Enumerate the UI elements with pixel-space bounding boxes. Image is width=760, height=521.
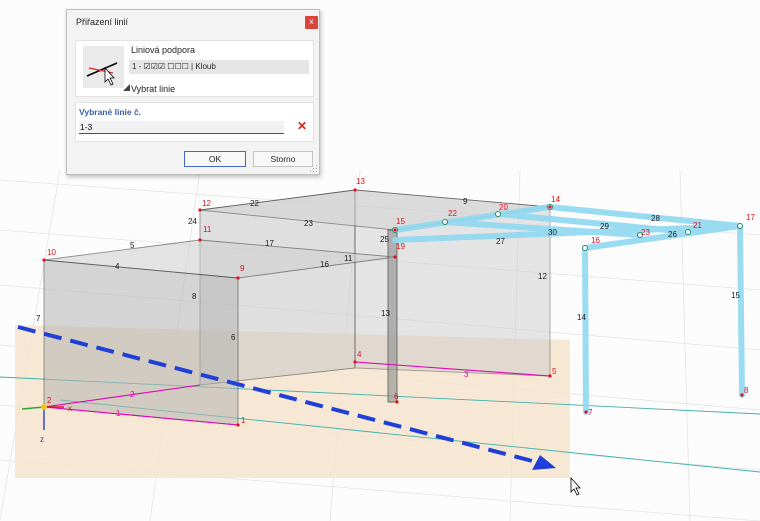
node-label: 6 bbox=[394, 392, 399, 401]
line-label: 23 bbox=[304, 219, 313, 228]
mouse-cursor bbox=[570, 476, 581, 496]
node-label: 17 bbox=[746, 213, 755, 222]
node-label: 7 bbox=[588, 408, 593, 417]
cancel-button[interactable]: Storno bbox=[253, 151, 313, 167]
node-label: 11 bbox=[203, 225, 212, 234]
line-label: 4 bbox=[115, 262, 120, 271]
clear-selection-icon[interactable]: ✕ bbox=[295, 119, 309, 133]
node-label: 10 bbox=[47, 248, 56, 257]
node-label: 22 bbox=[448, 209, 457, 218]
line-label: 26 bbox=[668, 230, 677, 239]
node-label: 14 bbox=[551, 195, 560, 204]
line-label: 25 bbox=[380, 235, 389, 244]
support-combo-value: 1 - ☑☑☑ ☐☐☐ | Kloub bbox=[132, 62, 216, 71]
line-label: 6 bbox=[231, 333, 236, 342]
node-label: 5 bbox=[552, 367, 557, 376]
node-label: 2 bbox=[47, 396, 52, 405]
node-label: 8 bbox=[744, 386, 749, 395]
line-label: 15 bbox=[731, 291, 740, 300]
selected-lines-heading: Vybrané linie č. bbox=[79, 107, 142, 117]
corner-triangle-icon bbox=[123, 84, 130, 91]
line-label: 7 bbox=[36, 314, 41, 323]
line-label: 9 bbox=[463, 197, 468, 206]
node-label: 13 bbox=[356, 177, 365, 186]
line-label: 24 bbox=[188, 217, 197, 226]
line-label: 3 bbox=[464, 370, 469, 379]
line-support-icon bbox=[83, 46, 124, 88]
line-label: 1 bbox=[116, 409, 121, 418]
axis-x-label: x bbox=[68, 404, 72, 413]
node-label: 9 bbox=[240, 264, 245, 273]
support-type-label: Liniová podpora bbox=[131, 45, 196, 55]
node-label: 15 bbox=[396, 217, 405, 226]
line-label: 22 bbox=[250, 199, 259, 208]
axis-z-label: z bbox=[40, 435, 44, 444]
line-label: 2 bbox=[130, 390, 135, 399]
line-assignment-dialog: Přiřazení linií x Liniová podpora 1 - ☑☑… bbox=[66, 9, 320, 175]
dialog-title: Přiřazení linií bbox=[76, 17, 129, 27]
select-lines-button[interactable]: Vybrat linie bbox=[131, 84, 175, 94]
line-label: 5 bbox=[130, 241, 135, 250]
line-label: 27 bbox=[496, 237, 505, 246]
close-button[interactable]: x bbox=[305, 16, 318, 29]
node-label: 4 bbox=[357, 350, 362, 359]
node-label: 21 bbox=[693, 221, 702, 230]
line-label: 28 bbox=[651, 214, 660, 223]
line-label: 11 bbox=[344, 254, 353, 263]
line-label: 13 bbox=[381, 309, 390, 318]
node-label: 12 bbox=[202, 199, 211, 208]
ok-button[interactable]: OK bbox=[184, 151, 246, 167]
support-combo[interactable]: 1 - ☑☑☑ ☐☐☐ | Kloub bbox=[129, 60, 309, 74]
line-label: 12 bbox=[538, 272, 547, 281]
line-label: 16 bbox=[320, 260, 329, 269]
line-label: 14 bbox=[577, 313, 586, 322]
node-label: 1 bbox=[241, 416, 246, 425]
selected-lines-group: Vybrané linie č. ✕ bbox=[75, 102, 314, 142]
resize-grip-icon[interactable] bbox=[310, 165, 318, 173]
node-label: 23 bbox=[641, 228, 650, 237]
selected-lines-input[interactable] bbox=[79, 121, 284, 134]
line-label: 30 bbox=[548, 228, 557, 237]
line-label: 8 bbox=[192, 292, 197, 301]
support-group: Liniová podpora 1 - ☑☑☑ ☐☐☐ | Kloub Vybr… bbox=[75, 40, 314, 97]
node-label: 19 bbox=[396, 242, 405, 251]
line-label: 17 bbox=[265, 239, 274, 248]
node-label: 20 bbox=[499, 203, 508, 212]
node-label: 16 bbox=[591, 236, 600, 245]
line-label: 29 bbox=[600, 222, 609, 231]
